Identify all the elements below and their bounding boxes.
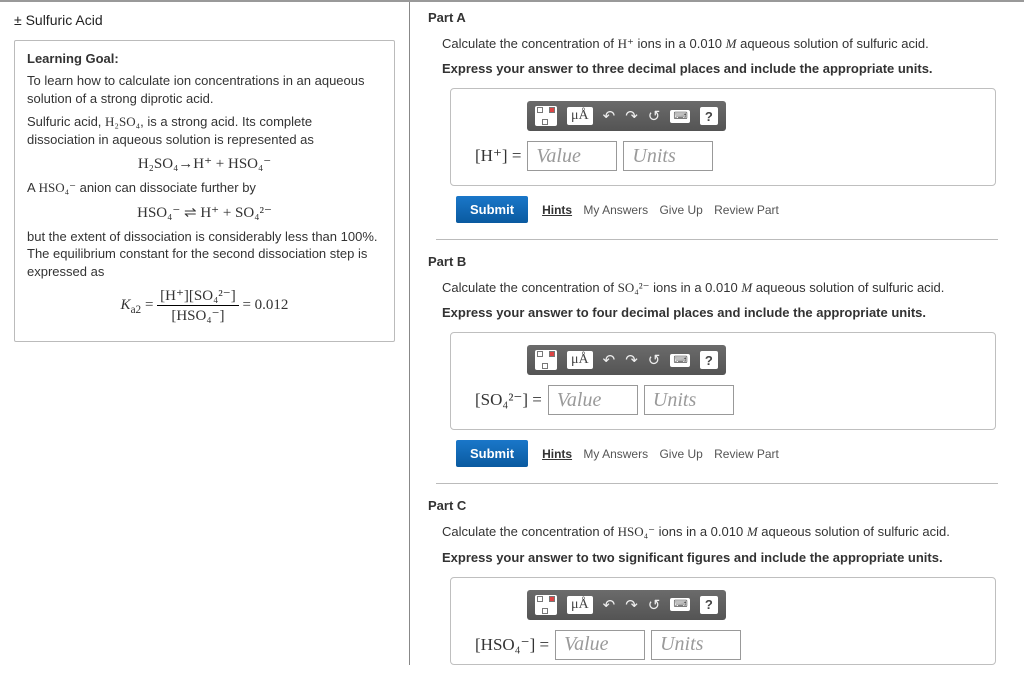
equation-1: H₂SO₄→H⁺ + HSO₄⁻ [27,154,382,173]
part-b-input-row: [SO₄²⁻] = Value Units [475,385,979,415]
units-icon[interactable]: μÅ [567,107,593,125]
learning-goal-p2: Sulfuric acid, H₂SO₄, is a strong acid. … [27,113,382,148]
learning-goal-p4: but the extent of dissociation is consid… [27,228,382,281]
part-a-units-input[interactable]: Units [623,141,713,171]
learning-goal-heading: Learning Goal: [27,51,382,66]
undo-icon[interactable]: ↶ [603,351,616,369]
part-c-toolbar: μÅ ↶ ↷ ↺ ⌨ ? [527,590,726,620]
give-up-link[interactable]: Give Up [659,447,702,461]
part-c-title: Part C [428,498,1006,513]
keyboard-icon[interactable]: ⌨ [670,354,689,367]
part-b-toolbar: μÅ ↶ ↷ ↺ ⌨ ? [527,345,726,375]
help-icon[interactable]: ? [700,107,718,125]
reset-icon[interactable]: ↺ [648,107,661,125]
keyboard-icon[interactable]: ⌨ [670,110,689,123]
part-a-links: Hints My Answers Give Up Review Part [542,203,787,217]
hints-link[interactable]: Hints [542,203,572,217]
part-c-instruct: Express your answer to two significant f… [442,550,1006,565]
formula-h2so4: H₂SO₄ [105,114,140,129]
part-b-prompt: Calculate the concentration of SO₄²⁻ ion… [442,279,1006,297]
redo-icon[interactable]: ↷ [625,107,638,125]
template-icon[interactable] [535,106,557,126]
equation-2: HSO₄⁻ ⇌ H⁺ + SO₄²⁻ [27,203,382,222]
sidebar: ± Sulfuric Acid Learning Goal: To learn … [0,2,410,665]
undo-icon[interactable]: ↶ [603,596,616,614]
part-b-submit-button[interactable]: Submit [456,440,528,467]
part-c-prompt: Calculate the concentration of HSO₄⁻ ion… [442,523,1006,541]
main-content: Part A Calculate the concentration of H⁺… [410,2,1024,665]
part-c-lhs: [HSO₄⁻] = [475,635,549,655]
topic-title: ± Sulfuric Acid [14,12,395,28]
redo-icon[interactable]: ↷ [625,351,638,369]
part-b-instruct: Express your answer to four decimal plac… [442,305,1006,320]
formula-hso4: HSO₄⁻ [39,180,76,195]
part-a-value-input[interactable]: Value [527,141,617,171]
part-b-submit-row: Submit Hints My Answers Give Up Review P… [456,440,1006,467]
part-c-input-row: [HSO₄⁻] = Value Units [475,630,979,660]
my-answers-link[interactable]: My Answers [583,447,648,461]
review-part-link[interactable]: Review Part [714,203,779,217]
help-icon[interactable]: ? [700,351,718,369]
help-icon[interactable]: ? [700,596,718,614]
learning-goal-p3: A HSO₄⁻ anion can dissociate further by [27,179,382,197]
part-a-instruct: Express your answer to three decimal pla… [442,61,1006,76]
divider [436,483,998,484]
units-icon[interactable]: μÅ [567,596,593,614]
divider [436,239,998,240]
my-answers-link[interactable]: My Answers [583,203,648,217]
give-up-link[interactable]: Give Up [659,203,702,217]
part-b-lhs: [SO₄²⁻] = [475,390,542,410]
learning-goal-box: Learning Goal: To learn how to calculate… [14,40,395,342]
redo-icon[interactable]: ↷ [625,596,638,614]
learning-goal-p1: To learn how to calculate ion concentrat… [27,72,382,107]
part-b-links: Hints My Answers Give Up Review Part [542,447,787,461]
template-icon[interactable] [535,595,557,615]
part-a-toolbar: μÅ ↶ ↷ ↺ ⌨ ? [527,101,726,131]
part-a-submit-button[interactable]: Submit [456,196,528,223]
part-c-value-input[interactable]: Value [555,630,645,660]
undo-icon[interactable]: ↶ [603,107,616,125]
review-part-link[interactable]: Review Part [714,447,779,461]
part-b-title: Part B [428,254,1006,269]
part-c-units-input[interactable]: Units [651,630,741,660]
keyboard-icon[interactable]: ⌨ [670,598,689,611]
units-icon[interactable]: μÅ [567,351,593,369]
part-b-answer-box: μÅ ↶ ↷ ↺ ⌨ ? [SO₄²⁻] = Value Units [450,332,996,430]
part-a-lhs: [H⁺] = [475,146,521,166]
part-a-submit-row: Submit Hints My Answers Give Up Review P… [456,196,1006,223]
part-a-title: Part A [428,10,1006,25]
part-b-units-input[interactable]: Units [644,385,734,415]
part-a-prompt: Calculate the concentration of H⁺ ions i… [442,35,1006,53]
hints-link[interactable]: Hints [542,447,572,461]
reset-icon[interactable]: ↺ [648,596,661,614]
reset-icon[interactable]: ↺ [648,351,661,369]
template-icon[interactable] [535,350,557,370]
ka2-expression: Ka2 = [H⁺][SO₄²⁻] [HSO₄⁻] = 0.012 [27,286,382,325]
part-a-answer-box: μÅ ↶ ↷ ↺ ⌨ ? [H⁺] = Value Units [450,88,996,186]
part-a-input-row: [H⁺] = Value Units [475,141,979,171]
part-c-answer-box: μÅ ↶ ↷ ↺ ⌨ ? [HSO₄⁻] = Value Units [450,577,996,665]
part-b-value-input[interactable]: Value [548,385,638,415]
